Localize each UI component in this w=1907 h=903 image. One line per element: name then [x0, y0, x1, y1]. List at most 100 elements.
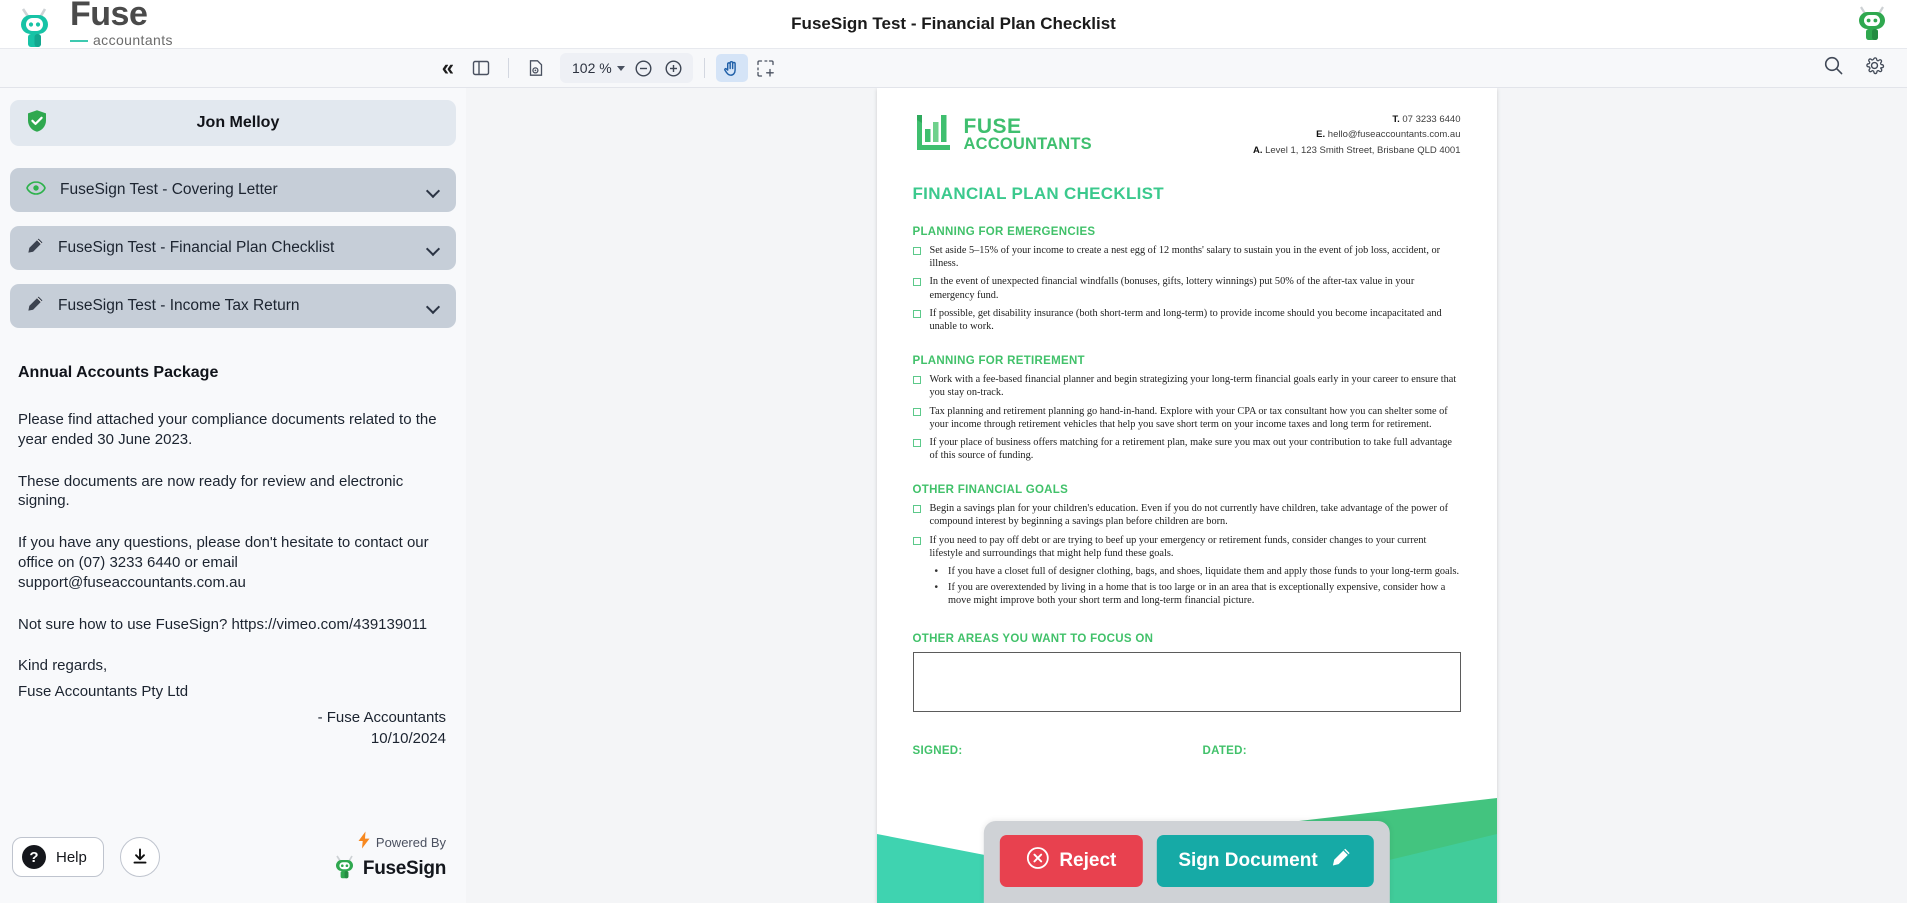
checklist-subitem: • If you have a closet full of designer … [935, 565, 1461, 578]
toolbar-divider [508, 58, 509, 78]
message-signoff-line-1: Kind regards, [18, 657, 108, 675]
checkbox-icon[interactable] [912, 438, 921, 447]
zoom-level-dropdown[interactable]: 102 % [564, 58, 629, 78]
eye-icon [26, 180, 46, 200]
bar-chart-logo-icon [913, 112, 955, 157]
checklist-item-text: Tax planning and retirement planning go … [929, 405, 1448, 430]
checklist-subitem-text: If you have a closet full of designer cl… [948, 565, 1460, 577]
message-paragraph-1: Please find attached your compliance doc… [18, 411, 437, 448]
checkbox-icon[interactable] [912, 376, 921, 385]
document-logo-line-1: FUSE [963, 115, 1022, 139]
checkbox-icon[interactable] [912, 536, 921, 545]
checkbox-icon[interactable] [912, 407, 921, 416]
sidebar-scroll-area: Jon Melloy FuseSign Test - Covering Lett… [0, 88, 466, 811]
message-signoff-line-2: Fuse Accountants Pty Ltd [18, 683, 189, 701]
checklist-item[interactable]: Set aside 5–15% of your income to create… [912, 244, 1461, 270]
zoom-in-button[interactable] [659, 55, 689, 81]
help-button-label: Help [56, 848, 87, 866]
bullet-icon: • [934, 582, 939, 594]
contact-phone: T. 07 3233 6440 [1392, 114, 1461, 125]
question-mark-icon: ? [22, 845, 46, 869]
checklist-item-text: In the event of unexpected financial win… [929, 276, 1415, 301]
fusesign-robot-icon [332, 855, 358, 884]
chevron-down-icon[interactable] [427, 302, 440, 310]
zoom-level-value: 102 % [572, 60, 612, 76]
toolbar-divider-2 [703, 58, 705, 78]
checklist-item[interactable]: Work with a fee-based financial planner … [912, 373, 1461, 399]
bullet-icon: • [934, 565, 939, 577]
section-heading-emergencies: PLANNING FOR EMERGENCIES [912, 226, 1096, 239]
settings-button[interactable] [1864, 55, 1885, 81]
message-paragraph-3: If you have any questions, please don't … [18, 534, 429, 591]
avatar[interactable] [1853, 4, 1891, 42]
help-button[interactable]: ? Help [12, 837, 104, 877]
brand-primary-text: Fuse [70, 0, 148, 33]
checklist-item-text: If possible, get disability insurance (b… [929, 307, 1442, 332]
checklist-item[interactable]: In the event of unexpected financial win… [912, 275, 1461, 301]
sign-document-button-label: Sign Document [1178, 850, 1318, 871]
pdf-viewer[interactable]: FUSE ACCOUNTANTS T. 07 3233 6440 E. hell… [466, 88, 1907, 903]
collapse-sidebar-button[interactable]: « [442, 55, 455, 81]
reject-button[interactable]: Reject [999, 835, 1143, 887]
sidebar-document-financial-plan-checklist[interactable]: FuseSign Test - Financial Plan Checklist [10, 226, 456, 270]
document-properties-button[interactable] [520, 54, 552, 82]
hand-pan-tool-button[interactable] [715, 54, 748, 82]
sidebar-document-label: FuseSign Test - Income Tax Return [58, 297, 300, 314]
circle-x-icon [1025, 846, 1049, 876]
checkbox-icon[interactable] [912, 247, 921, 256]
marquee-select-tool-button[interactable] [750, 54, 782, 82]
pencil-icon [26, 237, 44, 260]
app-root: Fuse accountants FuseSign Test - Financi… [0, 0, 1907, 903]
checklist-item[interactable]: If your place of business offers matchin… [912, 436, 1461, 462]
pencil-icon [1330, 847, 1352, 875]
checklist-subitem: • If you are overextended by living in a… [935, 581, 1461, 607]
checklist-item[interactable]: Tax planning and retirement planning go … [912, 405, 1461, 431]
fuse-accountants-logo: Fuse accountants [0, 0, 173, 51]
zoom-controls: 102 % [560, 53, 693, 83]
message-date: 10/10/2024 [370, 729, 446, 747]
chevron-down-icon[interactable] [427, 186, 440, 194]
section-heading-retirement: PLANNING FOR RETIREMENT [912, 355, 1085, 368]
contact-email: E. hello@fuseaccountants.com.au [1316, 129, 1461, 141]
contact-address: A. Level 1, 123 Smith Street, Brisbane Q… [1252, 144, 1461, 156]
sidebar-footer: ? Help Powered By FuseSign [0, 811, 466, 903]
sidebar: Jon Melloy FuseSign Test - Covering Lett… [0, 88, 466, 903]
document-title: FINANCIAL PLAN CHECKLIST [912, 184, 1164, 204]
sidebar-document-covering-letter[interactable]: FuseSign Test - Covering Letter [10, 168, 456, 212]
search-button[interactable] [1823, 55, 1844, 81]
pdf-toolbar: « 102 % [0, 48, 1907, 88]
document-letterhead: FUSE ACCOUNTANTS T. 07 3233 6440 E. hell… [913, 112, 1461, 158]
powered-by-label: Powered By [375, 834, 446, 850]
checkbox-icon[interactable] [912, 278, 921, 287]
zoom-out-button[interactable] [629, 55, 659, 81]
chevron-down-icon [616, 65, 625, 71]
message-panel: Annual Accounts Package Please find atta… [10, 342, 456, 749]
download-button[interactable] [119, 837, 160, 877]
checklist-item[interactable]: Begin a savings plan for your children's… [912, 502, 1461, 528]
pencil-icon [26, 295, 44, 318]
focus-area-heading: OTHER AREAS YOU WANT TO FOCUS ON [912, 633, 1154, 646]
message-paragraph-4: Not sure how to use FuseSign? https://vi… [18, 615, 428, 633]
lightning-bolt-icon [357, 831, 371, 854]
checklist-item[interactable]: If possible, get disability insurance (b… [912, 307, 1461, 333]
main-body: Jon Melloy FuseSign Test - Covering Lett… [0, 88, 1907, 903]
chevron-down-icon[interactable] [427, 244, 440, 252]
recipient-name: Jon Melloy [196, 114, 280, 131]
sidebar-document-income-tax-return[interactable]: FuseSign Test - Income Tax Return [10, 284, 456, 328]
pdf-page: FUSE ACCOUNTANTS T. 07 3233 6440 E. hell… [876, 88, 1497, 903]
focus-area-textbox[interactable] [912, 652, 1461, 713]
sidebar-document-label: FuseSign Test - Covering Letter [60, 181, 278, 198]
action-bar: Reject Sign Document [983, 821, 1390, 903]
checklist-subitem-text: If you are overextended by living in a h… [948, 582, 1446, 607]
checkbox-icon[interactable] [912, 309, 921, 318]
checklist-item[interactable]: If you need to pay off debt or are tryin… [912, 534, 1461, 560]
shield-check-icon [26, 109, 48, 138]
checkbox-icon[interactable] [912, 505, 921, 514]
document-logo: FUSE ACCOUNTANTS [913, 112, 1092, 157]
document-contact-block: T. 07 3233 6440 E. hello@fuseaccountants… [1253, 112, 1461, 158]
recipient-card[interactable]: Jon Melloy [10, 100, 456, 146]
sidebar-panel-toggle-button[interactable] [465, 54, 497, 82]
checklist-item-text: Set aside 5–15% of your income to create… [929, 245, 1441, 270]
sign-document-button[interactable]: Sign Document [1156, 835, 1374, 887]
message-sender: - Fuse Accountants [317, 708, 446, 726]
